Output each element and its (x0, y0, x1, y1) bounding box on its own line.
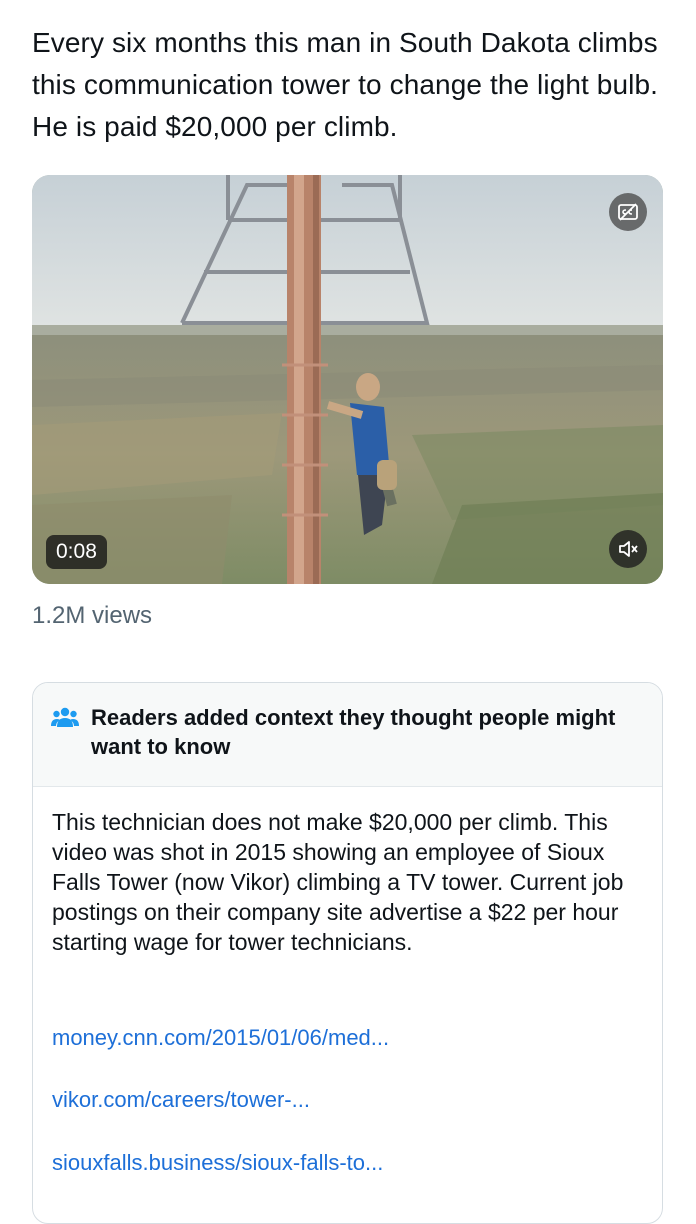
tweet-text: Every six months this man in South Dakot… (32, 27, 659, 142)
source-link-siouxfalls[interactable]: siouxfalls.business/sioux-falls-to... (52, 1148, 383, 1178)
source-link-cnn[interactable]: money.cnn.com/2015/01/06/med... (52, 1023, 389, 1053)
video-duration-badge: 0:08 (46, 535, 107, 569)
community-note-header: Readers added context they thought peopl… (33, 683, 662, 787)
view-count: 1.2M views (32, 602, 153, 629)
muted-speaker-icon (619, 541, 638, 557)
video-player[interactable]: 0:08 (32, 175, 663, 584)
people-group-icon (51, 707, 79, 727)
mute-button[interactable] (609, 530, 647, 568)
captions-button[interactable] (609, 193, 647, 231)
community-note-body: This technician does not make $20,000 pe… (52, 809, 624, 955)
community-note-title: Readers added context they thought peopl… (91, 705, 616, 759)
closed-captions-icon (618, 203, 638, 221)
video-frame (32, 175, 663, 584)
source-link-vikor[interactable]: vikor.com/careers/tower-... (52, 1085, 310, 1115)
community-note: Readers added context they thought peopl… (32, 682, 663, 1224)
